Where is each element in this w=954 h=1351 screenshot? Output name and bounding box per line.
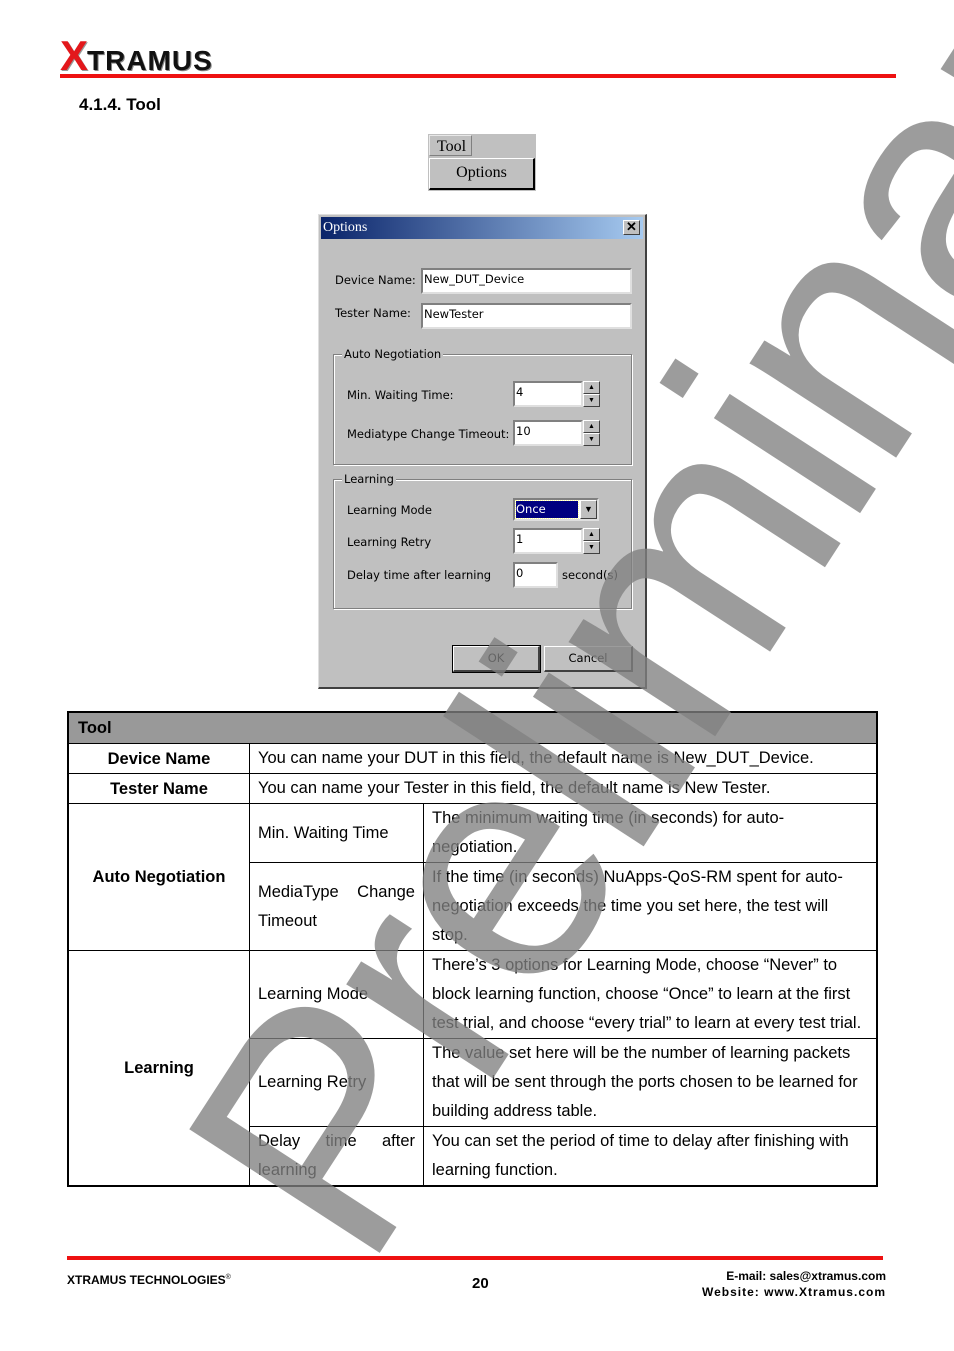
learning-title: Learning bbox=[342, 472, 396, 486]
registered-mark: ® bbox=[225, 1274, 231, 1281]
table-row: Device Name You can name your DUT in thi… bbox=[67, 743, 878, 774]
cancel-button[interactable]: Cancel bbox=[544, 646, 633, 672]
spin-up-icon[interactable]: ▲ bbox=[583, 420, 600, 433]
table-row: Auto Negotiation Min. Waiting Time The m… bbox=[67, 803, 878, 951]
device-name-label: Device Name: bbox=[335, 273, 416, 287]
spin-down-icon[interactable]: ▼ bbox=[583, 394, 600, 407]
menu-tool[interactable]: Tool bbox=[429, 135, 472, 156]
section-title: 4.1.4. Tool bbox=[79, 95, 161, 114]
table-row: Tester Name You can name your Tester in … bbox=[67, 773, 878, 804]
item-desc: There’s 3 options for Learning Mode, cho… bbox=[423, 950, 878, 1039]
header-rule bbox=[60, 74, 896, 78]
table-row: Learning Learning Mode There’s 3 options… bbox=[67, 950, 878, 1187]
page-number: 20 bbox=[472, 1275, 489, 1292]
dialog-title: Options bbox=[323, 220, 368, 235]
menu-item-options[interactable]: Options bbox=[429, 158, 535, 190]
close-icon[interactable]: ✕ bbox=[623, 220, 640, 235]
row-desc-device-name: You can name your DUT in this field, the… bbox=[249, 743, 878, 774]
learning-retry-label: Learning Retry bbox=[347, 535, 432, 549]
mediatype-timeout-spinner[interactable]: ▲ ▼ bbox=[583, 420, 600, 446]
delay-label: Delay time after learning bbox=[347, 568, 492, 582]
delay-unit: second(s) bbox=[562, 568, 618, 582]
xtramus-logo: XTRAMUS bbox=[60, 32, 213, 80]
item-name: Min. Waiting Time bbox=[249, 803, 424, 863]
item-desc: You can set the period of time to delay … bbox=[423, 1126, 878, 1187]
min-waiting-input[interactable]: 4 bbox=[513, 381, 583, 407]
dialog-titlebar: Options ✕ bbox=[321, 217, 643, 239]
item-name: Learning Mode bbox=[249, 950, 424, 1039]
learning-mode-value: Once bbox=[515, 500, 579, 519]
row-desc-tester-name: You can name your Tester in this field, … bbox=[249, 773, 878, 804]
row-label-tester-name: Tester Name bbox=[67, 773, 250, 804]
learning-mode-select[interactable]: Once ▼ bbox=[513, 498, 599, 521]
learning-retry-input[interactable]: 1 bbox=[513, 528, 583, 554]
chevron-down-icon[interactable]: ▼ bbox=[580, 500, 597, 519]
auto-negotiation-group: Auto Negotiation Min. Waiting Time: 4 ▲ … bbox=[333, 347, 632, 465]
delay-input[interactable]: 0 bbox=[513, 562, 558, 588]
row-label-device-name: Device Name bbox=[67, 743, 250, 774]
item-name: Learning Retry bbox=[249, 1038, 424, 1127]
footer-company: XTRAMUS TECHNOLOGIES® bbox=[67, 1273, 231, 1287]
learning-group: Learning Learning Mode Once ▼ Learning R… bbox=[333, 472, 632, 609]
logo-x: X bbox=[60, 32, 88, 79]
footer-website: Website: www.Xtramus.com bbox=[701, 1285, 886, 1299]
tester-name-label: Tester Name: bbox=[335, 306, 411, 320]
table-header: Tool bbox=[67, 711, 878, 744]
item-desc: The value set here will be the number of… bbox=[423, 1038, 878, 1127]
company-name: XTRAMUS TECHNOLOGIES bbox=[67, 1273, 226, 1287]
learning-retry-spinner[interactable]: ▲ ▼ bbox=[583, 528, 600, 554]
footer-contact: E-mail: sales@xtramus.com Website: www.X… bbox=[702, 1268, 886, 1300]
item-desc: If the time (in seconds) NuApps-QoS-RM s… bbox=[423, 862, 878, 951]
tool-options-table: Tool Device Name You can name your DUT i… bbox=[67, 711, 878, 1187]
item-desc: The minimum waiting time (in seconds) fo… bbox=[423, 803, 878, 863]
table-header-row: Tool bbox=[67, 711, 878, 744]
logo-text: TRAMUS bbox=[87, 45, 213, 76]
spin-down-icon[interactable]: ▼ bbox=[583, 541, 600, 554]
device-name-input[interactable]: New_DUT_Device bbox=[421, 268, 632, 294]
ok-button[interactable]: OK bbox=[452, 645, 541, 673]
tool-menu: Tool Options bbox=[428, 134, 536, 191]
mediatype-timeout-label: Mediatype Change Timeout: bbox=[347, 427, 510, 441]
footer-email: E-mail: sales@xtramus.com bbox=[726, 1269, 886, 1283]
item-name: Delay time after learning bbox=[249, 1126, 424, 1187]
tester-name-input[interactable]: NewTester bbox=[421, 303, 632, 329]
auto-negotiation-title: Auto Negotiation bbox=[342, 347, 444, 361]
row-label-learning: Learning bbox=[67, 950, 250, 1187]
spin-up-icon[interactable]: ▲ bbox=[583, 381, 600, 394]
mediatype-timeout-input[interactable]: 10 bbox=[513, 420, 583, 446]
min-waiting-label: Min. Waiting Time: bbox=[347, 388, 454, 402]
footer-rule bbox=[67, 1256, 883, 1260]
learning-mode-label: Learning Mode bbox=[347, 503, 432, 517]
spin-down-icon[interactable]: ▼ bbox=[583, 433, 600, 446]
row-label-auto-negotiation: Auto Negotiation bbox=[67, 803, 250, 951]
min-waiting-spinner[interactable]: ▲ ▼ bbox=[583, 381, 600, 407]
item-name: MediaType Change Timeout bbox=[249, 862, 424, 951]
spin-up-icon[interactable]: ▲ bbox=[583, 528, 600, 541]
options-dialog: Options ✕ Device Name: New_DUT_Device Te… bbox=[318, 214, 647, 689]
